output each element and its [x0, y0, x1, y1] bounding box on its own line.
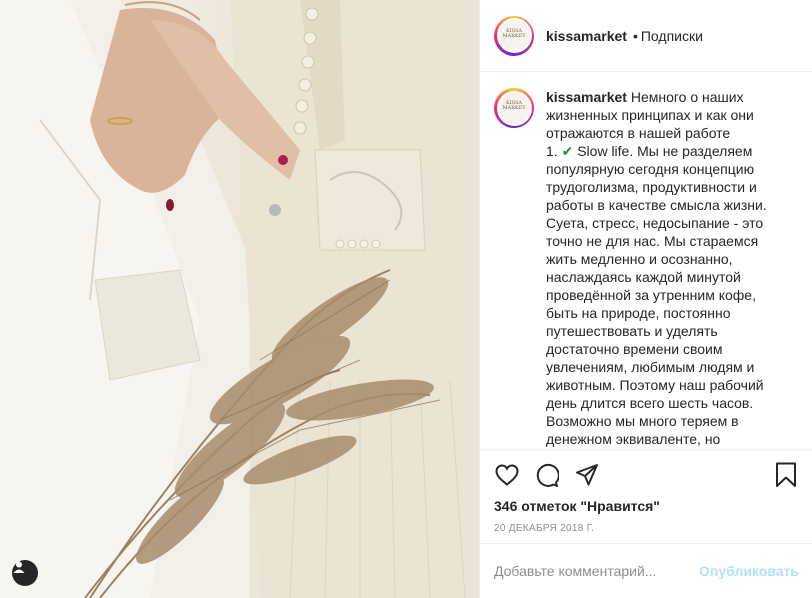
avatar[interactable]: KISSA MARKET ·: [494, 15, 534, 56]
share-icon[interactable]: [574, 462, 600, 488]
brand-logo: KISSA MARKET ·: [498, 20, 530, 51]
post-header: KISSA MARKET · kissamarket • Подписки: [480, 0, 812, 72]
caption-brand-logo: KISSA MARKET ·: [498, 92, 530, 124]
caption-item-number: 1.: [546, 143, 558, 159]
caption-username[interactable]: kissamarket: [546, 89, 627, 105]
publish-button[interactable]: Опубликовать: [699, 563, 799, 579]
heart-icon[interactable]: [494, 462, 520, 488]
separator-dot: •: [632, 27, 638, 44]
bookmark-icon[interactable]: [773, 462, 799, 488]
action-bar: 346 отметок "Нравится" 20 декабря 2018 г…: [480, 449, 812, 534]
comment-icon[interactable]: [534, 462, 560, 488]
caption-avatar[interactable]: KISSA MARKET ·: [494, 88, 534, 128]
caption-area: KISSA MARKET · kissamarket Немного о наших…: [480, 72, 812, 449]
post-photo[interactable]: [0, 0, 479, 598]
comment-form: Опубликовать: [480, 543, 812, 598]
follow-status-button[interactable]: Подписки: [641, 28, 703, 44]
post-sidebar: KISSA MARKET · kissamarket • Подписки KISS…: [479, 0, 812, 598]
caption-body: Slow life. Мы не разделяем популярную се…: [546, 143, 767, 447]
post-username[interactable]: kissamarket: [546, 28, 627, 44]
post-photo-illustration: [0, 0, 479, 598]
user-tag-icon[interactable]: [12, 560, 38, 586]
likes-count[interactable]: 346 отметок "Нравится": [494, 498, 799, 514]
check-mark-icon: ✔: [561, 143, 574, 159]
caption-text: kissamarket Немного о наших жизненных пр…: [546, 88, 776, 449]
comment-input[interactable]: [494, 563, 700, 579]
post-date[interactable]: 20 декабря 2018 г.: [494, 523, 799, 534]
